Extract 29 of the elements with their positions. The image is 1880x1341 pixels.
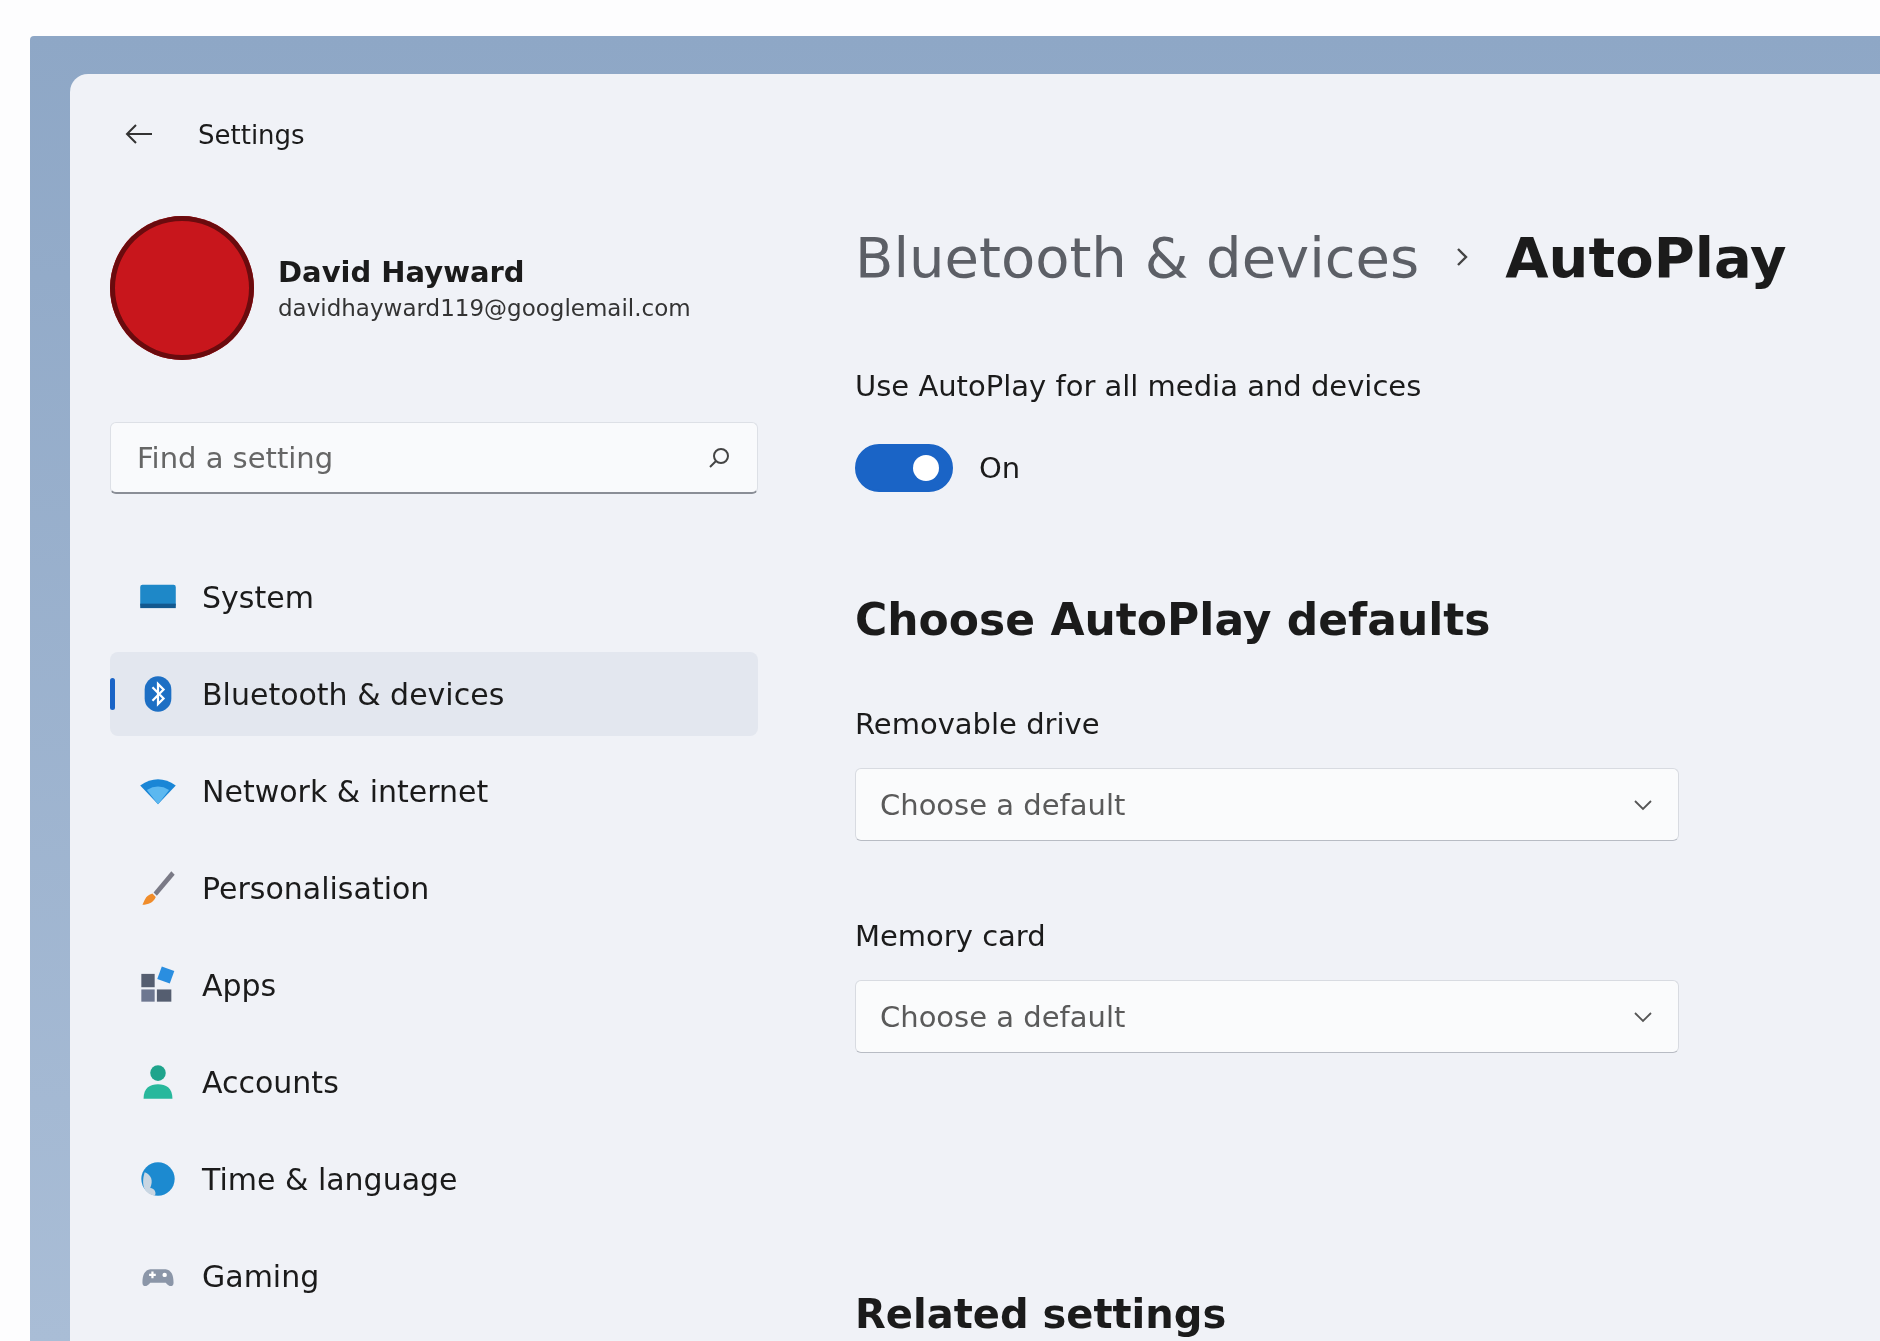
section-heading: Choose AutoPlay defaults [855, 593, 1492, 647]
dropdown[interactable]: Choose a default [855, 980, 1679, 1053]
nav-item[interactable]: Network & internet [110, 749, 758, 833]
dropdown-label: Removable drive [855, 706, 1101, 743]
selection-indicator [110, 678, 115, 710]
nav-item[interactable]: Time & language [110, 1137, 758, 1221]
globe-icon [138, 1159, 178, 1199]
user-email: davidhayward119@googlemail.com [278, 295, 691, 321]
back-button[interactable] [124, 122, 154, 146]
nav-item[interactable]: Gaming [110, 1234, 758, 1318]
section-heading: Related settings [855, 1293, 1228, 1335]
back-arrow-icon [124, 122, 154, 146]
chevron-down-icon [1632, 1009, 1654, 1024]
setting-label: Use AutoPlay for all media and devices [855, 368, 1423, 405]
breadcrumb-link[interactable]: Bluetooth & devices [855, 224, 1420, 290]
user-name: David Hayward [278, 255, 526, 289]
nav-item[interactable]: Bluetooth & devices [110, 652, 758, 736]
dropdown[interactable]: Choose a default [855, 768, 1679, 841]
nav-item[interactable]: Accounts [110, 1040, 758, 1124]
page-title: AutoPlay [1505, 224, 1787, 290]
chevron-down-icon [1632, 797, 1654, 812]
search-field[interactable]: Find a setting [110, 422, 758, 494]
nav-item[interactable]: Apps [110, 943, 758, 1027]
nav-item[interactable]: System [110, 555, 758, 639]
toggle-state: On [979, 451, 1021, 485]
dropdown-label: Memory card [855, 918, 1047, 955]
toggle-switch[interactable] [855, 444, 953, 492]
nav-item[interactable]: Personalisation [110, 846, 758, 930]
window-title: Settings [198, 120, 305, 150]
